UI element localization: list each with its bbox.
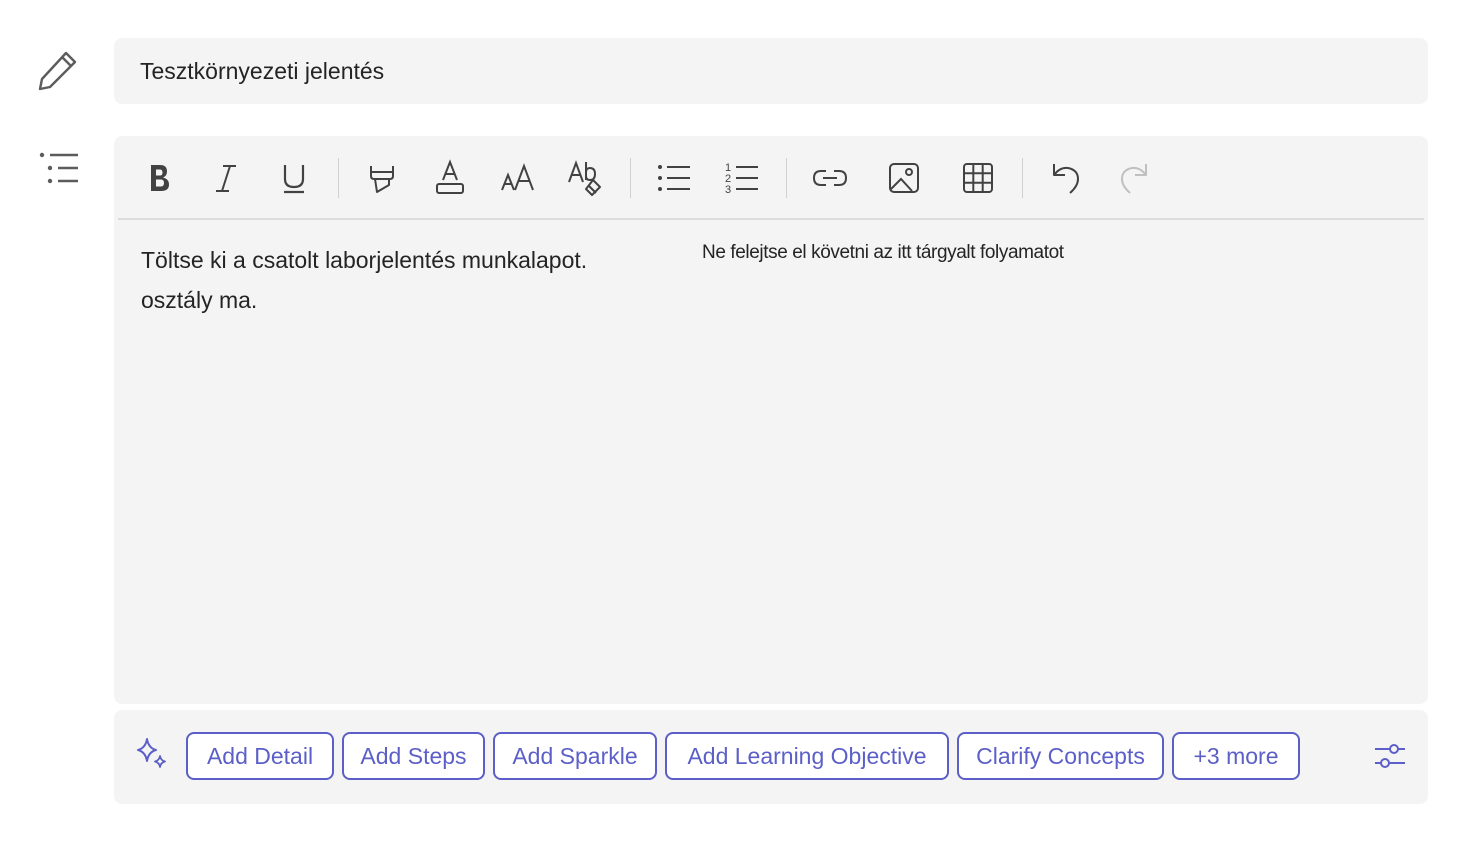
insert-link-button[interactable] (810, 158, 850, 198)
add-sparkle-button[interactable]: Add Sparkle (493, 732, 657, 780)
description-icon (39, 152, 78, 184)
image-icon (889, 163, 919, 193)
italic-icon (216, 165, 236, 192)
font-color-button[interactable] (430, 158, 470, 198)
underline-button[interactable] (274, 158, 314, 198)
title-field-container (114, 38, 1428, 104)
bold-button[interactable] (138, 158, 178, 198)
clear-formatting-button[interactable] (566, 158, 606, 198)
bulleted-list-icon (658, 165, 690, 191)
table-icon (963, 163, 993, 193)
toolbar-divider (1022, 158, 1023, 198)
undo-icon (1053, 164, 1080, 194)
editor-line: osztály ma. (141, 287, 258, 313)
highlight-button[interactable] (362, 158, 402, 198)
clarify-concepts-button[interactable]: Clarify Concepts (957, 732, 1164, 780)
clear-formatting-icon (568, 160, 601, 196)
formatting-toolbar: 1 2 3 (118, 136, 1424, 220)
insert-table-button[interactable] (958, 158, 998, 198)
add-detail-button[interactable]: Add Detail (186, 732, 334, 780)
font-color-icon (436, 159, 464, 194)
editor-note-text: Ne felejtse el követni az itt tárgyalt f… (702, 242, 1064, 263)
toolbar-divider (786, 158, 787, 198)
toolbar-divider (630, 158, 631, 198)
highlight-icon (370, 166, 394, 193)
title-input[interactable] (140, 38, 1400, 104)
toolbar-divider (338, 158, 339, 198)
numbered-list-button[interactable]: 1 2 3 (722, 158, 762, 198)
more-suggestions-button[interactable]: +3 more (1172, 732, 1300, 780)
svg-text:3: 3 (725, 184, 731, 196)
underline-icon (283, 165, 305, 194)
redo-icon (1120, 164, 1147, 194)
editor-line: Töltse ki a csatolt laborjelentés munkal… (141, 247, 588, 273)
add-steps-button[interactable]: Add Steps (342, 732, 485, 780)
editor-content[interactable]: Töltse ki a csatolt laborjelentés munkal… (141, 240, 661, 320)
link-icon (812, 170, 848, 186)
bulleted-list-button[interactable] (654, 158, 694, 198)
bold-icon (151, 165, 169, 191)
italic-button[interactable] (206, 158, 246, 198)
settings-sliders-icon[interactable] (1372, 738, 1408, 774)
insert-image-button[interactable] (884, 158, 924, 198)
add-learning-objective-button[interactable]: Add Learning Objective (665, 732, 949, 780)
font-size-icon (501, 163, 534, 191)
undo-button[interactable] (1046, 158, 1086, 198)
pencil-icon (38, 51, 77, 91)
font-size-button[interactable] (498, 158, 538, 198)
sparkle-icon (137, 738, 166, 768)
description-editor: 1 2 3 Töltse ki a csatolt laborjelentés … (114, 136, 1428, 704)
redo-button[interactable] (1114, 158, 1154, 198)
ai-suggestions-bar: Add Detail Add Steps Add Sparkle Add Lea… (114, 710, 1428, 804)
numbered-list-icon: 1 2 3 (725, 162, 758, 196)
